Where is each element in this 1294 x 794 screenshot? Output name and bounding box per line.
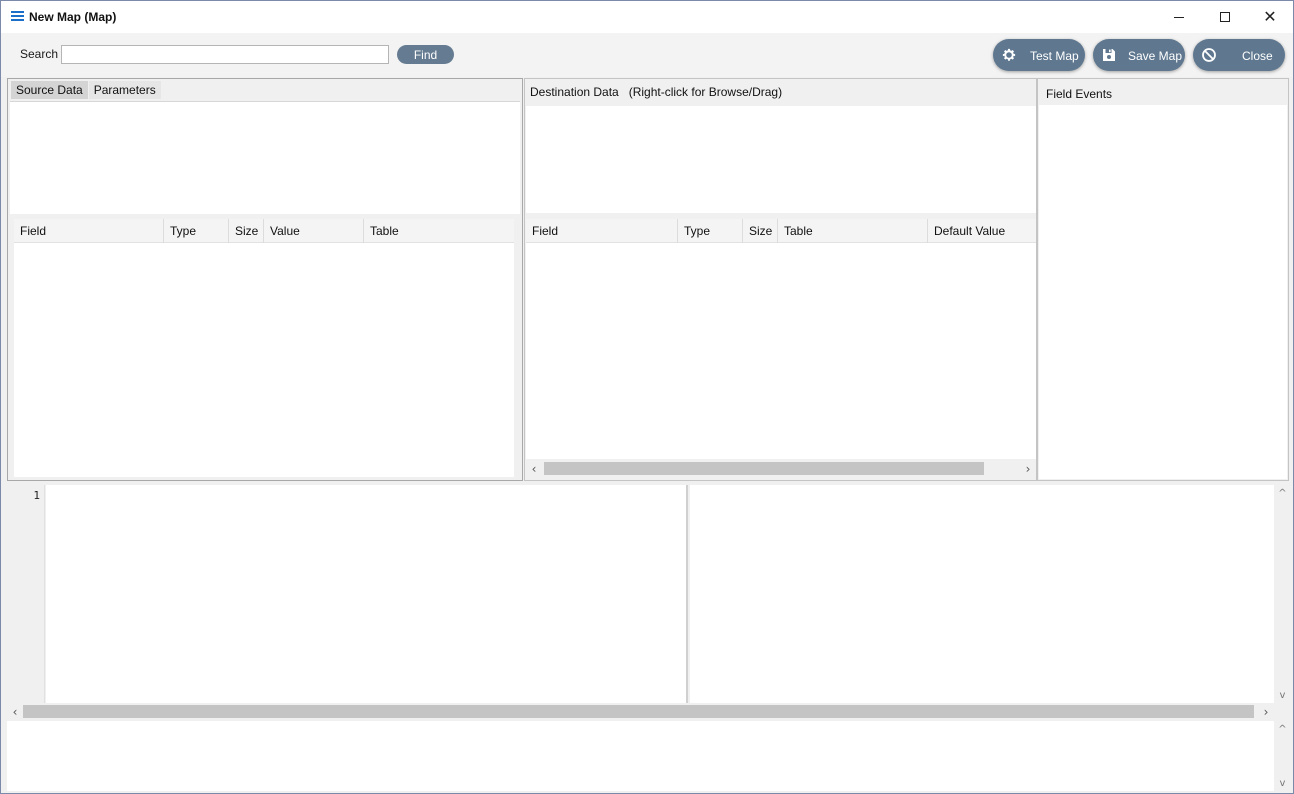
code-editor-split-area[interactable] — [690, 485, 1274, 703]
gear-icon — [1002, 48, 1016, 61]
save-map-label: Save Map — [1128, 49, 1183, 63]
line-number: 1 — [33, 489, 40, 502]
editor-vertical-scrollbar[interactable]: ^ v — [1274, 485, 1291, 703]
output-area[interactable]: ^ v — [7, 721, 1291, 791]
scroll-up-icon[interactable]: ^ — [1274, 485, 1291, 501]
source-tabs: Source Data Parameters — [11, 81, 162, 101]
floppy-disk-icon — [1103, 49, 1115, 61]
minimize-icon — [1174, 16, 1184, 18]
scroll-down-icon[interactable]: v — [1274, 775, 1291, 791]
field-events-panel: Field Events — [1037, 78, 1289, 481]
column-header-size[interactable]: Size — [229, 219, 264, 243]
field-events-list[interactable] — [1039, 105, 1287, 479]
column-header-size[interactable]: Size — [743, 219, 778, 243]
window-close-button[interactable]: ✕ — [1247, 1, 1293, 33]
cancel-icon — [1202, 48, 1216, 62]
maximize-icon — [1220, 12, 1230, 22]
close-button[interactable]: Close — [1193, 39, 1285, 71]
source-fields-grid[interactable]: Field Type Size Value Table — [14, 219, 514, 477]
column-header-field[interactable]: Field — [526, 219, 678, 243]
editor-horizontal-scrollbar[interactable]: ‹ › — [7, 703, 1274, 720]
column-header-value[interactable]: Value — [264, 219, 364, 243]
tab-source-data[interactable]: Source Data — [11, 81, 88, 99]
app-menu-icon[interactable] — [11, 11, 24, 22]
destination-panel: Destination Data (Right-click for Browse… — [524, 78, 1037, 481]
column-header-table[interactable]: Table — [364, 219, 514, 243]
scrollbar-thumb[interactable] — [23, 705, 1254, 718]
scroll-right-icon[interactable]: › — [1020, 460, 1036, 477]
scroll-down-icon[interactable]: v — [1274, 687, 1291, 703]
destination-tree[interactable] — [526, 106, 1036, 213]
column-header-type[interactable]: Type — [678, 219, 743, 243]
scroll-left-icon[interactable]: ‹ — [526, 460, 542, 477]
tab-parameters[interactable]: Parameters — [88, 81, 161, 99]
column-header-default-value[interactable]: Default Value — [928, 219, 1036, 243]
test-map-label: Test Map — [1030, 49, 1079, 63]
toolbar: Search Find Test Map Save Map Close — [1, 33, 1293, 77]
line-number-gutter: 1 — [7, 485, 45, 703]
script-editor: 1 ^ v ‹ › — [7, 485, 1291, 720]
source-tree[interactable] — [10, 101, 520, 214]
minimize-button[interactable] — [1156, 1, 1202, 33]
search-label: Search — [20, 47, 59, 61]
destination-grid-header: Field Type Size Table Default Value — [526, 219, 1036, 243]
scrollbar-thumb[interactable] — [544, 462, 984, 475]
find-button[interactable]: Find — [397, 45, 454, 64]
title-bar: New Map (Map) ✕ — [1, 1, 1293, 33]
column-header-table[interactable]: Table — [778, 219, 928, 243]
output-vertical-scrollbar[interactable]: ^ v — [1274, 721, 1291, 791]
map-editor-window: New Map (Map) ✕ Search Find Test Map Sav… — [0, 0, 1294, 794]
column-header-field[interactable]: Field — [14, 219, 164, 243]
scroll-up-icon[interactable]: ^ — [1274, 721, 1291, 737]
code-editor-area[interactable] — [46, 485, 688, 703]
maximize-button[interactable] — [1202, 1, 1248, 33]
destination-fields-grid[interactable]: Field Type Size Table Default Value — [526, 219, 1036, 459]
source-panel: Source Data Parameters Field Type Size V… — [7, 78, 523, 481]
save-map-button[interactable]: Save Map — [1093, 39, 1185, 71]
close-icon: ✕ — [1263, 7, 1277, 26]
column-header-type[interactable]: Type — [164, 219, 229, 243]
field-events-title: Field Events — [1046, 87, 1113, 101]
search-input[interactable] — [61, 45, 389, 64]
scroll-right-icon[interactable]: › — [1258, 703, 1274, 720]
scroll-left-icon[interactable]: ‹ — [7, 703, 23, 720]
close-label: Close — [1242, 49, 1273, 63]
destination-panel-title: Destination Data (Right-click for Browse… — [530, 85, 783, 99]
destination-horizontal-scrollbar[interactable]: ‹ › — [526, 460, 1036, 477]
test-map-button[interactable]: Test Map — [993, 39, 1085, 71]
window-title: New Map (Map) — [29, 10, 117, 24]
source-grid-header: Field Type Size Value Table — [14, 219, 514, 243]
